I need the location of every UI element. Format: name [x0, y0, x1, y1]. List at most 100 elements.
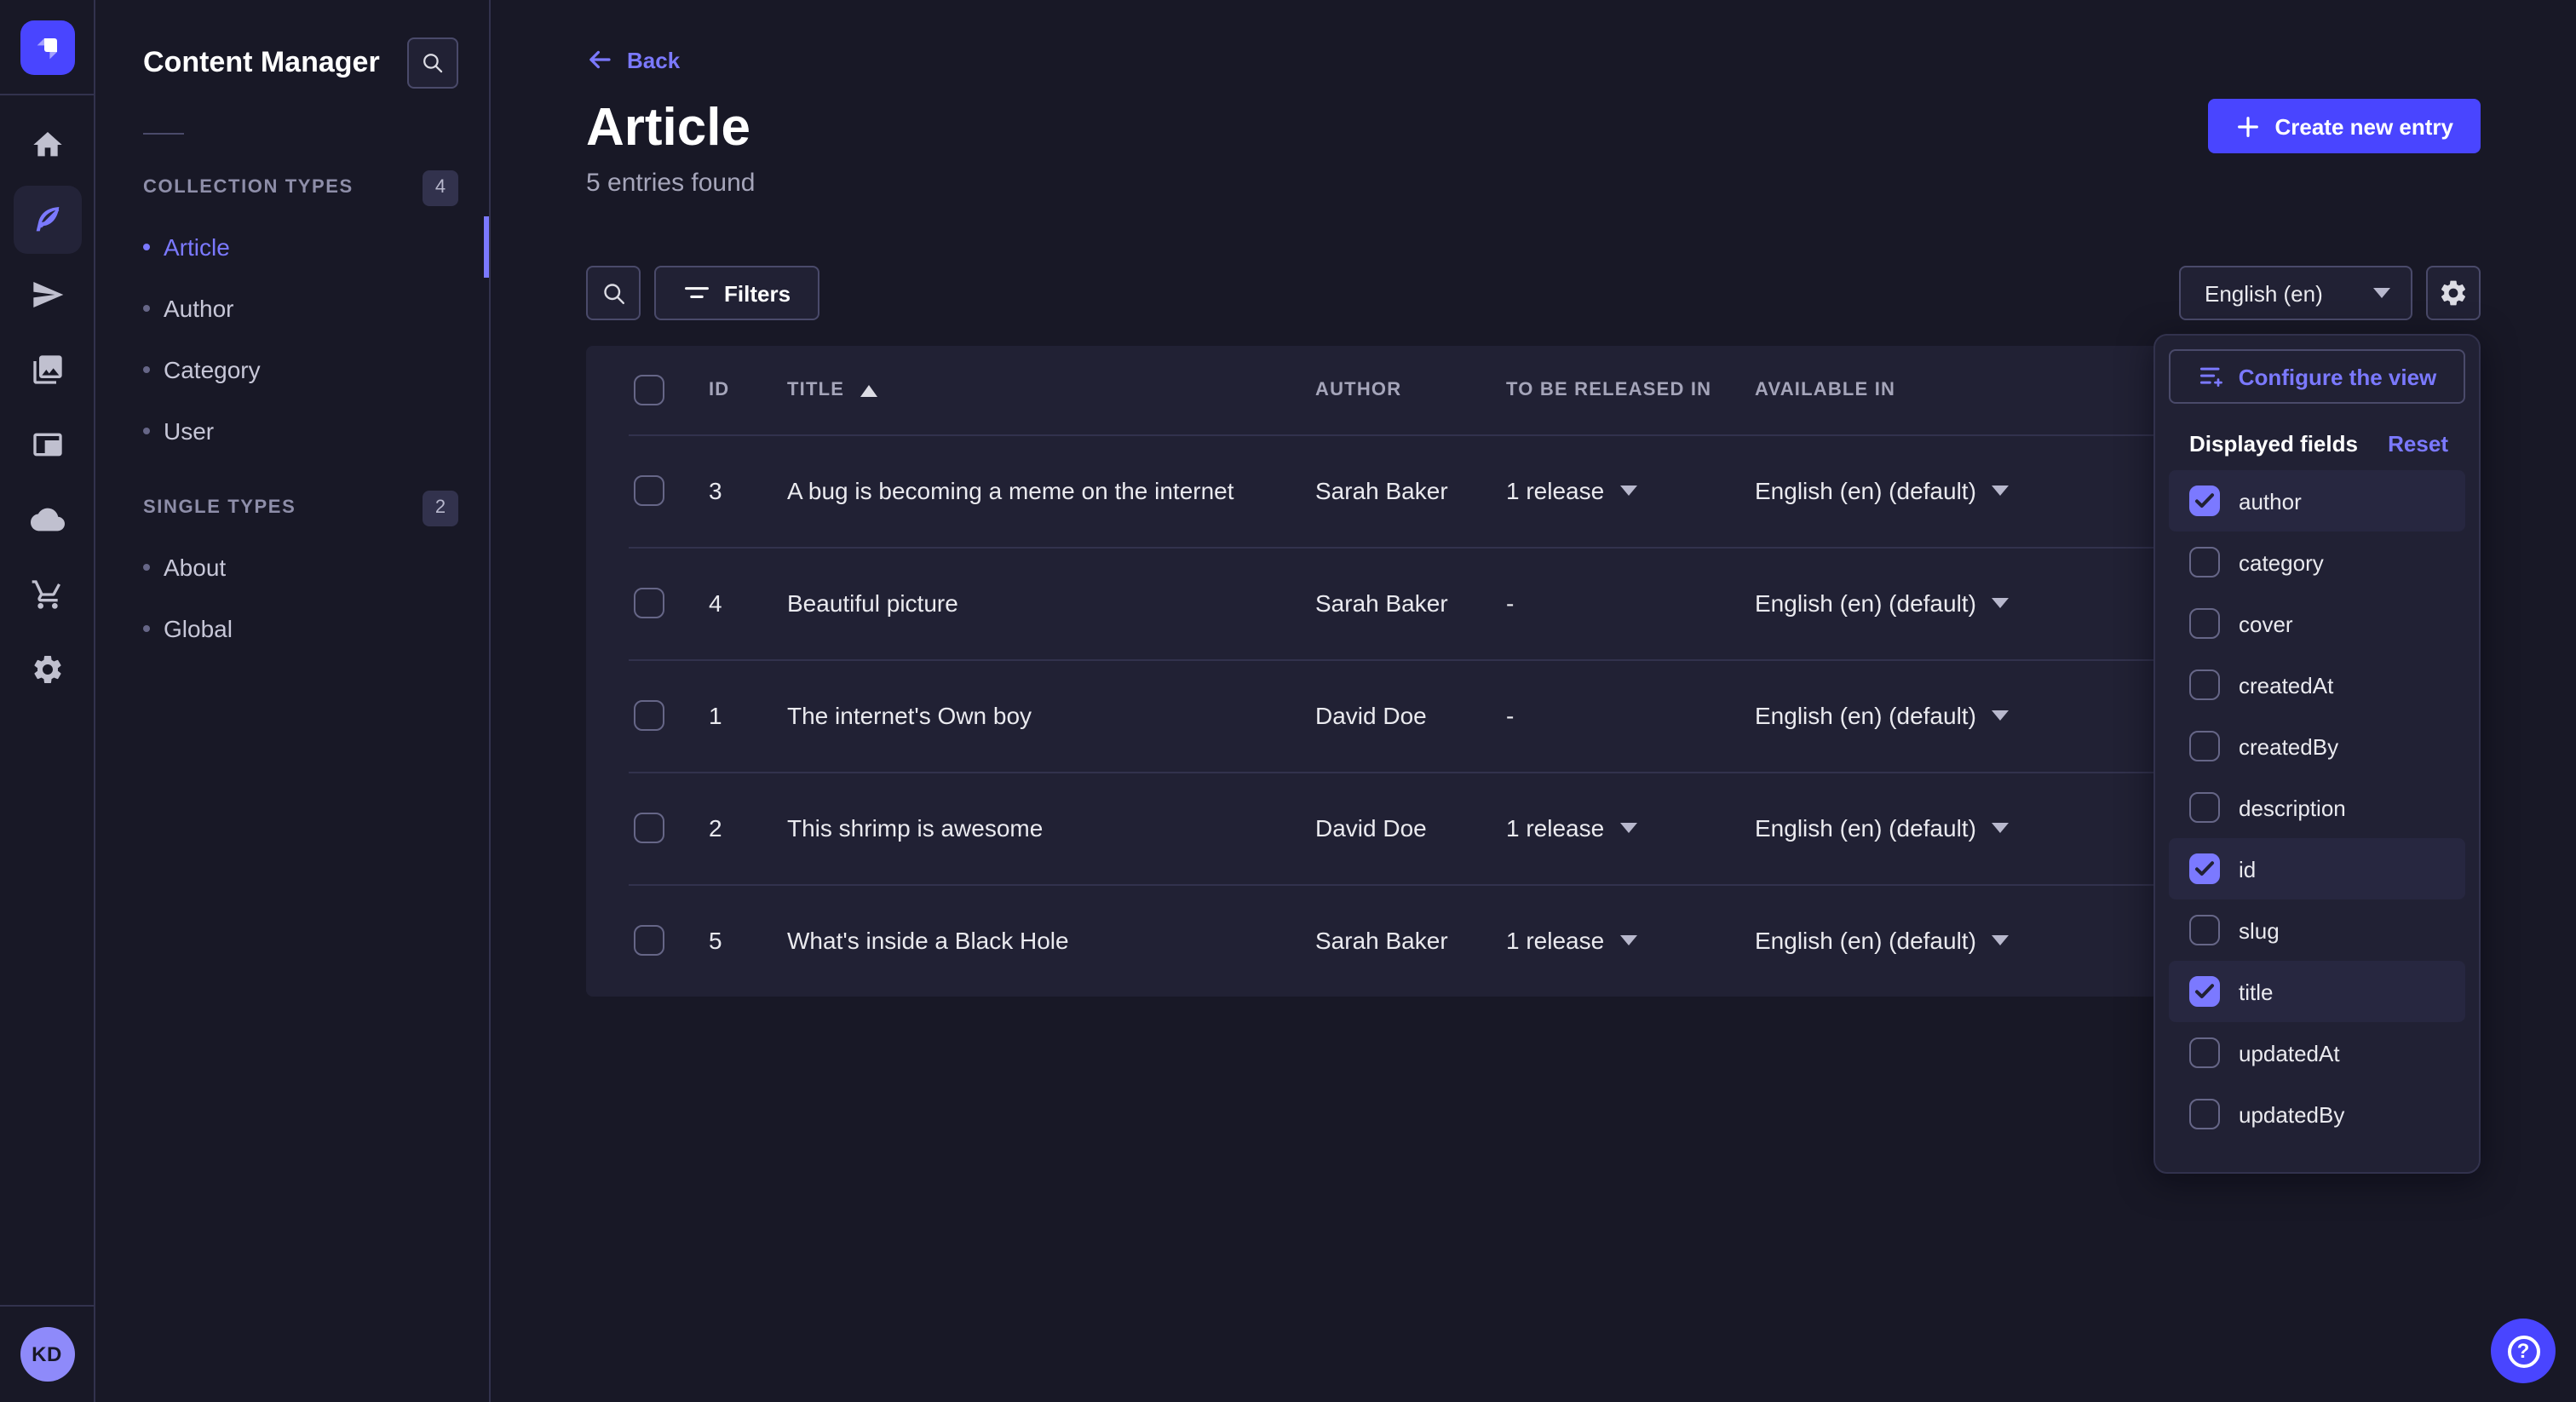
checkbox-icon[interactable]	[2189, 486, 2220, 516]
chevron-down-icon[interactable]	[1992, 598, 2009, 608]
checkbox-icon[interactable]	[2189, 669, 2220, 700]
checkbox-icon[interactable]	[2189, 731, 2220, 761]
sidebar-item-label: Author	[164, 295, 234, 322]
checkbox-icon[interactable]	[2189, 915, 2220, 945]
chevron-down-icon[interactable]	[1619, 823, 1636, 833]
column-header-title[interactable]: TITLE	[787, 380, 1315, 400]
main-nav-rail: KD	[0, 0, 95, 1402]
workspace-logo-area[interactable]	[0, 0, 94, 95]
locale-select[interactable]: English (en)	[2179, 266, 2412, 320]
checkbox-icon[interactable]	[2189, 547, 2220, 577]
column-header-author[interactable]: AUTHOR	[1315, 380, 1506, 400]
sidebar-item-label: User	[164, 417, 214, 445]
sidebar-item-label: Category	[164, 356, 261, 383]
bullet-icon	[143, 625, 150, 632]
filter-icon	[683, 281, 710, 305]
nav-settings-icon[interactable]	[13, 635, 81, 704]
create-new-entry-button[interactable]: Create new entry	[2208, 99, 2481, 153]
column-header-id[interactable]: ID	[709, 380, 787, 400]
checkbox-icon[interactable]	[2189, 853, 2220, 884]
bullet-icon	[143, 428, 150, 434]
checkbox-icon[interactable]	[2189, 1099, 2220, 1129]
cell-title: A bug is becoming a meme on the internet	[787, 477, 1315, 504]
checkbox-icon[interactable]	[2189, 608, 2220, 639]
checkbox-icon[interactable]	[2189, 792, 2220, 823]
sidebar-item-article[interactable]: Article	[95, 216, 489, 278]
configure-the-view-label: Configure the view	[2239, 364, 2437, 389]
row-checkbox[interactable]	[634, 813, 664, 843]
sidebar-item-author[interactable]: Author	[95, 278, 489, 339]
chevron-down-icon[interactable]	[1619, 935, 1636, 945]
sidebar-item-category[interactable]: Category	[95, 339, 489, 400]
nav-media-library-icon[interactable]	[13, 336, 81, 404]
checkbox-icon[interactable]	[2189, 1037, 2220, 1068]
help-button[interactable]: ?	[2491, 1319, 2556, 1383]
sidebar-item-about[interactable]: About	[95, 537, 489, 598]
row-checkbox[interactable]	[634, 700, 664, 731]
back-link[interactable]: Back	[586, 46, 680, 73]
user-avatar[interactable]: KD	[20, 1327, 74, 1382]
select-all-checkbox[interactable]	[634, 375, 664, 405]
field-toggle-createdBy[interactable]: createdBy	[2169, 715, 2465, 777]
subnav-title: Content Manager	[143, 46, 380, 80]
field-toggle-slug[interactable]: slug	[2169, 899, 2465, 961]
checkbox-icon[interactable]	[2189, 976, 2220, 1007]
reset-link[interactable]: Reset	[2388, 431, 2448, 457]
cell-released: 1 release	[1506, 814, 1755, 842]
cell-id: 4	[709, 589, 787, 617]
nav-content-type-builder-icon[interactable]	[13, 411, 81, 479]
chevron-down-icon[interactable]	[1992, 486, 2009, 496]
row-checkbox[interactable]	[634, 588, 664, 618]
nav-marketplace-icon[interactable]	[13, 560, 81, 629]
collection-types-label: COLLECTION TYPES	[143, 177, 354, 198]
field-toggle-id[interactable]: id	[2169, 838, 2465, 899]
entries-count: 5 entries found	[586, 169, 2481, 198]
row-checkbox[interactable]	[634, 475, 664, 506]
displayed-fields-title: Displayed fields	[2189, 431, 2358, 457]
cell-author: Sarah Baker	[1315, 927, 1506, 954]
field-toggle-category[interactable]: category	[2169, 531, 2465, 593]
subnav-search-button[interactable]	[407, 37, 458, 89]
sidebar-item-user[interactable]: User	[95, 400, 489, 462]
field-toggle-title[interactable]: title	[2169, 961, 2465, 1022]
chevron-down-icon[interactable]	[1992, 935, 2009, 945]
chevron-down-icon[interactable]	[1992, 823, 2009, 833]
field-toggle-description[interactable]: description	[2169, 777, 2465, 838]
field-toggle-updatedAt[interactable]: updatedAt	[2169, 1022, 2465, 1083]
configure-list-icon	[2198, 363, 2225, 390]
nav-home-icon[interactable]	[13, 111, 81, 179]
column-header-released[interactable]: TO BE RELEASED IN	[1506, 380, 1755, 400]
page-title: Article	[586, 97, 2481, 158]
cell-id: 2	[709, 814, 787, 842]
sidebar-item-global[interactable]: Global	[95, 598, 489, 659]
bullet-icon	[143, 244, 150, 250]
cell-title: Beautiful picture	[787, 589, 1315, 617]
chevron-down-icon[interactable]	[1992, 710, 2009, 721]
user-menu[interactable]: KD	[0, 1305, 94, 1402]
table-toolbar: Filters English (en)	[586, 266, 2481, 320]
row-checkbox[interactable]	[634, 925, 664, 956]
chevron-down-icon[interactable]	[1619, 486, 1636, 496]
search-icon	[601, 280, 626, 306]
field-toggle-createdAt[interactable]: createdAt	[2169, 654, 2465, 715]
content-manager-subnav: Content Manager COLLECTION TYPES 4 Artic…	[95, 0, 491, 1402]
single-types-count-badge: 2	[423, 490, 458, 526]
nav-cloud-icon[interactable]	[13, 486, 81, 554]
search-button[interactable]	[586, 266, 641, 320]
strapi-logo-icon	[20, 20, 74, 74]
nav-releases-icon[interactable]	[13, 261, 81, 329]
configure-the-view-button[interactable]: Configure the view	[2169, 349, 2465, 404]
displayed-fields-list: author category cover createdAt createdB…	[2169, 470, 2465, 1145]
cell-title: The internet's Own boy	[787, 702, 1315, 729]
field-toggle-author[interactable]: author	[2169, 470, 2465, 531]
view-settings-button[interactable]	[2426, 266, 2481, 320]
field-toggle-cover[interactable]: cover	[2169, 593, 2465, 654]
sort-asc-icon	[860, 384, 877, 396]
field-toggle-updatedBy[interactable]: updatedBy	[2169, 1083, 2465, 1145]
nav-content-manager-icon[interactable]	[13, 186, 81, 254]
single-types-label: SINGLE TYPES	[143, 497, 296, 518]
plus-icon	[2235, 113, 2261, 139]
gear-icon	[2438, 278, 2469, 308]
cell-released: 1 release	[1506, 477, 1755, 504]
filters-button[interactable]: Filters	[654, 266, 819, 320]
